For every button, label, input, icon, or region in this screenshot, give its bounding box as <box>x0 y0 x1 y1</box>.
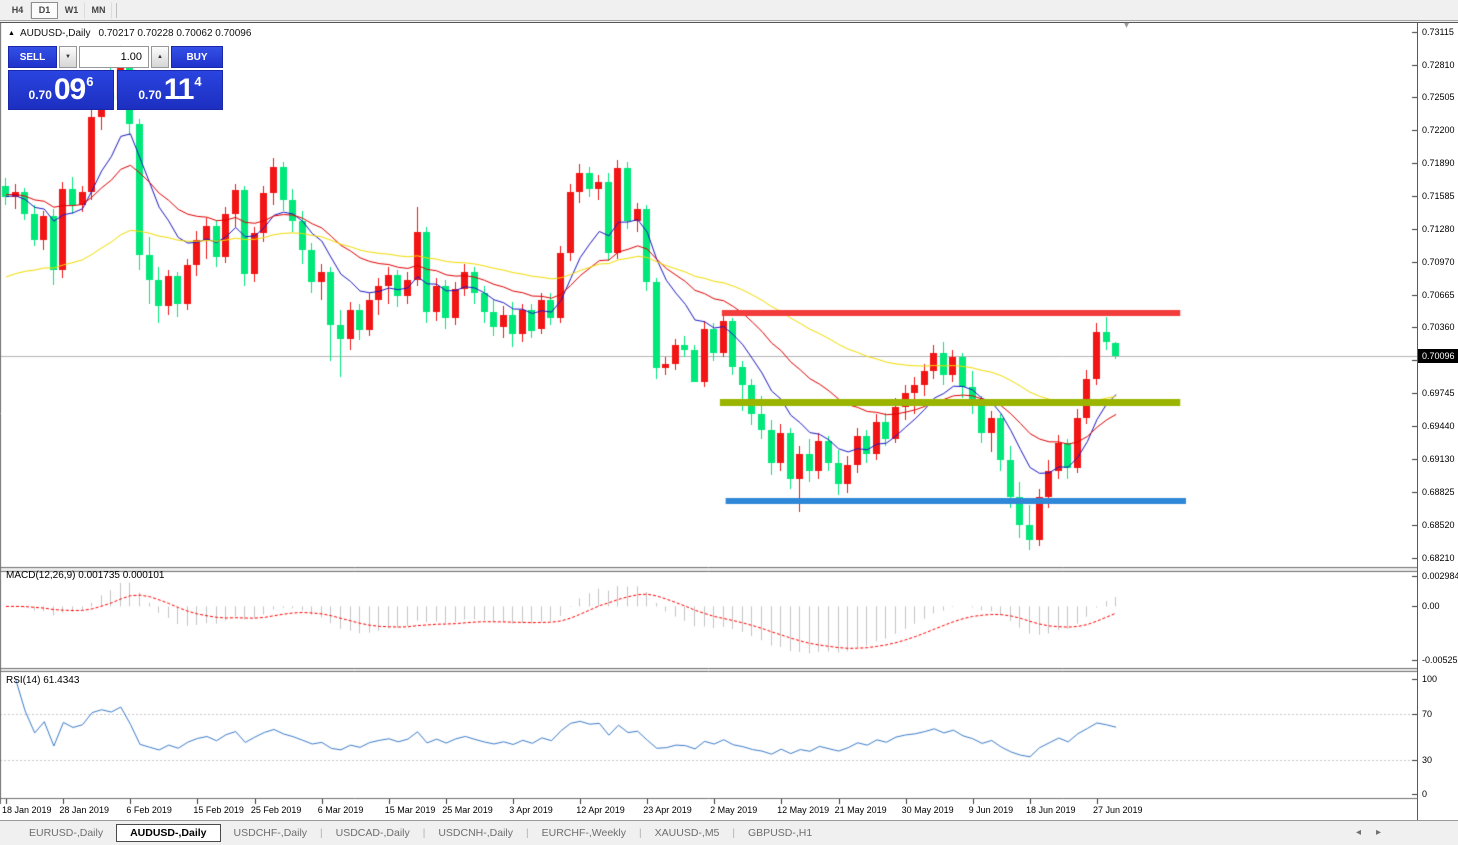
date-tick-label: 15 Feb 2019 <box>193 805 244 815</box>
price-tick-label: 0.68825 <box>1422 487 1455 498</box>
buy-price-pip: 4 <box>194 74 202 89</box>
date-tick-label: 21 May 2019 <box>834 805 887 815</box>
sell-price-prefix: 0.70 <box>28 88 52 102</box>
price-tick-label: 0.69130 <box>1422 454 1455 465</box>
tab-xauusd-m5[interactable]: XAUUSD-,M5 <box>642 824 733 842</box>
mt4-window: H4 D1 W1 MN ▲ AUDUSD-,Daily 0.70217 0.70228… <box>0 0 1458 845</box>
tab-audusd-daily[interactable]: AUDUSD-,Daily <box>116 824 221 842</box>
price-tick-label: 0.72200 <box>1422 125 1455 136</box>
date-tick-label: 12 Apr 2019 <box>576 805 625 815</box>
sell-price-pip: 6 <box>86 74 94 89</box>
date-tick-label: 15 Mar 2019 <box>384 805 436 815</box>
current-price-marker: 0.70096 <box>1418 348 1458 363</box>
macd-label: MACD(12,26,9) 0.001735 0.000101 <box>6 570 165 581</box>
tab-usdcad-daily[interactable]: USDCAD-,Daily <box>323 824 423 842</box>
date-tick-label: 12 May 2019 <box>777 805 830 815</box>
price-tick-label: 0.73115 <box>1422 27 1454 37</box>
date-tick-label: 6 Feb 2019 <box>126 805 172 815</box>
price-axis: 0.70096 0.73115 0.72810 0.72505 0.72200 0.71… <box>1417 23 1458 821</box>
timeframe-button-d1[interactable]: D1 <box>31 1 58 19</box>
timeframe-button-w1[interactable]: W1 <box>58 1 85 19</box>
price-tick-label: 0.68520 <box>1422 519 1455 530</box>
tab-eurusd-daily[interactable]: EURUSD-,Daily <box>16 824 116 842</box>
date-tick-label: 9 Jun 2019 <box>968 805 1014 815</box>
price-tick-label: 0.70970 <box>1422 257 1455 268</box>
date-tick-label: 28 Jan 2019 <box>59 805 109 815</box>
timeframe-toolbar: H4 D1 W1 MN <box>0 0 1458 21</box>
buy-price-panel[interactable]: 0.70 11 4 <box>117 70 223 110</box>
rsi-tick-label: 0 <box>1422 789 1428 799</box>
volume-decrease-icon[interactable]: ▼ <box>59 46 77 68</box>
price-tick-label: 0.71585 <box>1422 191 1455 202</box>
buy-price-big: 11 <box>163 73 195 106</box>
buy-button[interactable]: BUY <box>171 46 223 68</box>
volume-increase-icon[interactable]: ▲ <box>151 46 169 68</box>
price-tick-label: 0.69745 <box>1422 388 1455 399</box>
one-click-trade-panel: SELL ▼ ▲ BUY 0.70 09 6 0.70 11 4 <box>8 46 223 110</box>
symbol-name: AUDUSD-,Daily <box>19 28 91 39</box>
price-tick-label: 0.70665 <box>1422 289 1455 300</box>
ohlc-values: 0.70217 0.70228 0.70062 0.70096 <box>98 28 252 39</box>
sell-button[interactable]: SELL <box>8 46 57 68</box>
timeframe-button-h4[interactable]: H4 <box>4 1 31 19</box>
price-tick-label: 0.68210 <box>1422 553 1455 563</box>
scroll-to-end-icon[interactable]: ▾ <box>1124 20 1129 31</box>
date-tick-label: 3 Apr 2019 <box>509 805 553 815</box>
price-tick-label: 0.69440 <box>1422 421 1455 432</box>
tab-eurchf-weekly[interactable]: EURCHF-,Weekly <box>529 824 639 842</box>
date-tick-label: 25 Feb 2019 <box>250 805 302 815</box>
date-tick-label: 2 May 2019 <box>710 805 758 815</box>
date-tick-label: 25 Mar 2019 <box>442 805 493 815</box>
tabs-scroll-right-icon[interactable]: ▸ <box>1376 827 1381 838</box>
tab-usdchf-daily[interactable]: USDCHF-,Daily <box>221 824 321 842</box>
rsi-tick-label: 70 <box>1422 708 1433 719</box>
price-tick-label: 0.70360 <box>1422 322 1455 333</box>
macd-tick-label: 0.002984 <box>1422 571 1458 581</box>
macd-tick-label: -0.00525 <box>1422 655 1458 665</box>
price-tick-label: 0.71890 <box>1422 158 1455 169</box>
rsi-tick-label: 100 <box>1422 674 1438 684</box>
buy-price-prefix: 0.70 <box>138 88 162 102</box>
date-tick-label: 18 Jun 2019 <box>1025 805 1076 815</box>
date-tick-label: 30 May 2019 <box>901 805 954 815</box>
chart-tabs-bar: ◂ ▸ EURUSD-,Daily AUDUSD-,Daily USDCHF-,Da… <box>0 820 1458 845</box>
chart-window: ▲ AUDUSD-,Daily 0.70217 0.70228 0.70062 … <box>0 20 1458 821</box>
price-tick-label: 0.72505 <box>1422 92 1455 103</box>
tabs-scroll-left-icon[interactable]: ◂ <box>1356 827 1361 838</box>
rsi-tick-label: 30 <box>1422 754 1433 765</box>
price-tick-label: 0.71280 <box>1422 223 1455 234</box>
tab-gbpusd-h1[interactable]: GBPUSD-,H1 <box>735 824 825 842</box>
collapse-panel-icon[interactable]: ▲ <box>8 30 15 37</box>
chart-title: ▲ AUDUSD-,Daily 0.70217 0.70228 0.70062 … <box>8 28 251 39</box>
rsi-label: RSI(14) 61.4343 <box>6 675 80 686</box>
tab-usdcnh-daily[interactable]: USDCNH-,Daily <box>425 824 526 842</box>
toolbar-separator <box>116 2 117 18</box>
date-tick-label: 18 Jan 2019 <box>2 805 52 815</box>
timeframe-button-mn[interactable]: MN <box>85 1 112 19</box>
date-tick-label: 27 Jun 2019 <box>1092 805 1143 815</box>
date-tick-label: 6 Mar 2019 <box>317 805 364 815</box>
macd-tick-label: 0.00 <box>1422 601 1440 612</box>
sell-price-panel[interactable]: 0.70 09 6 <box>8 70 114 110</box>
price-tick-label: 0.72810 <box>1422 59 1455 70</box>
date-tick-label: 23 Apr 2019 <box>643 805 692 815</box>
volume-input[interactable] <box>79 46 149 68</box>
sell-price-big: 09 <box>53 73 86 106</box>
price-chart-canvas[interactable] <box>0 23 1417 821</box>
